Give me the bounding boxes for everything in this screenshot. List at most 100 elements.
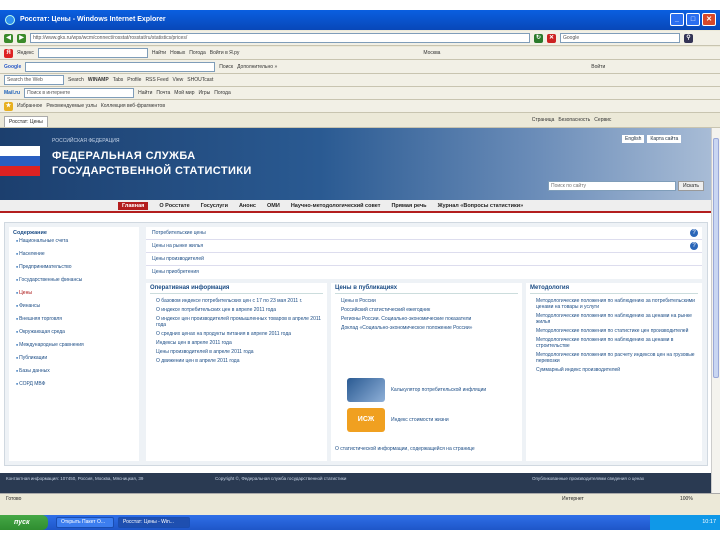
start-button[interactable]: пуск bbox=[0, 515, 48, 530]
web-search-input[interactable]: Search the Web bbox=[4, 75, 64, 85]
indicator-label: Цены на рынке жилья bbox=[152, 243, 204, 249]
tb3-shoutcast[interactable]: SHOUTcast bbox=[187, 77, 213, 83]
nav-home[interactable]: Главная bbox=[118, 201, 149, 210]
forward-icon[interactable]: ▶ bbox=[17, 33, 26, 43]
sidebar-item-national-accounts[interactable]: Национальные счета bbox=[16, 238, 139, 245]
sidebar-item-databases[interactable]: Базы данных bbox=[16, 368, 139, 375]
nav-direct-speech[interactable]: Прямая речь bbox=[391, 203, 426, 209]
stop-icon[interactable]: ✕ bbox=[547, 33, 556, 43]
search-input[interactable]: Google bbox=[560, 33, 680, 43]
minimize-button[interactable]: _ bbox=[670, 13, 684, 26]
tb3-winamp[interactable]: WINAMP bbox=[88, 77, 109, 83]
sidebar-item-publications[interactable]: Публикации bbox=[16, 355, 139, 362]
list-item[interactable]: О движении цен в апреле 2011 года bbox=[156, 358, 323, 364]
vertical-scrollbar[interactable] bbox=[711, 128, 720, 493]
list-item[interactable]: Российский статистический ежегодник bbox=[341, 307, 518, 313]
tb3-tabs[interactable]: Tabs bbox=[113, 77, 124, 83]
list-item[interactable]: Методологические положения по наблюдению… bbox=[536, 313, 698, 325]
yandex-find[interactable]: Найти bbox=[152, 50, 166, 56]
star-icon[interactable]: ★ bbox=[4, 101, 13, 111]
sidebar-item-comparisons[interactable]: Международные сравнения bbox=[16, 342, 139, 349]
cost-of-living-promo[interactable]: ИСЖ Индекс стоимости жизни bbox=[343, 408, 508, 434]
list-item[interactable]: Методологические положения по расчету ин… bbox=[536, 352, 698, 364]
search-icon[interactable]: ⚲ bbox=[684, 33, 693, 43]
list-item[interactable]: О индексе цен производителей промышленны… bbox=[156, 316, 323, 328]
list-item[interactable]: Методологические положения по наблюдению… bbox=[536, 337, 698, 349]
back-icon[interactable]: ◀ bbox=[4, 33, 13, 43]
yandex-city[interactable]: Москва bbox=[423, 50, 440, 56]
yandex-new[interactable]: Новых bbox=[170, 50, 185, 56]
close-button[interactable]: ✕ bbox=[702, 13, 716, 26]
site-search-button[interactable]: Искать bbox=[678, 181, 704, 191]
list-item[interactable]: Методологические положения по статистике… bbox=[536, 328, 698, 334]
favorites-link[interactable]: Избранное bbox=[17, 103, 42, 109]
scrollbar-thumb[interactable] bbox=[713, 138, 719, 378]
list-item[interactable]: Индексы цен в апреле 2011 года bbox=[156, 340, 323, 346]
mailru-games[interactable]: Игры bbox=[199, 90, 211, 96]
list-item[interactable]: О средних ценах на продукты питания в ап… bbox=[156, 331, 323, 337]
maximize-button[interactable]: □ bbox=[686, 13, 700, 26]
footer-right[interactable]: Опубликованные производителями сведения … bbox=[532, 476, 644, 481]
google-search-button[interactable]: Поиск bbox=[219, 64, 233, 70]
mailru-find[interactable]: Найти bbox=[138, 90, 152, 96]
english-link[interactable]: English bbox=[622, 135, 645, 143]
sidebar-item-sdds[interactable]: СОРД МВФ bbox=[16, 381, 139, 388]
yandex-weather[interactable]: Погода bbox=[189, 50, 205, 56]
yandex-login[interactable]: Войти в Я.ру bbox=[210, 50, 240, 56]
mailru-search-input[interactable]: Поиск в интернете bbox=[24, 88, 135, 98]
list-item[interactable]: О базовом индексе потребительских цен с … bbox=[156, 298, 323, 304]
webslices-link[interactable]: Коллекция веб-фрагментов bbox=[101, 103, 165, 109]
google-search-input[interactable] bbox=[25, 61, 216, 72]
google-signin[interactable]: Войти bbox=[591, 64, 605, 70]
tb3-search[interactable]: Search bbox=[68, 77, 84, 83]
tb3-view[interactable]: View bbox=[173, 77, 184, 83]
url-input[interactable]: http://www.gks.ru/wps/wcm/connect/rossta… bbox=[30, 33, 530, 43]
suggested-sites-link[interactable]: Рекомендуемые узлы bbox=[46, 103, 97, 109]
list-item[interactable]: Цены производителей в апреле 2011 года bbox=[156, 349, 323, 355]
task-browser[interactable]: Росстат: Цены - Win... bbox=[118, 517, 190, 528]
sidebar-item-business[interactable]: Предпринимательство bbox=[16, 264, 139, 271]
sidebar-item-prices[interactable]: Цены bbox=[16, 290, 139, 297]
mailru-myworld[interactable]: Мой мир bbox=[174, 90, 194, 96]
nav-about[interactable]: О Росстате bbox=[159, 203, 189, 209]
tb3-profile[interactable]: Profile bbox=[127, 77, 141, 83]
list-item[interactable]: О индексе потребительских цен в апреле 2… bbox=[156, 307, 323, 313]
list-item[interactable]: Методологические положения по наблюдению… bbox=[536, 298, 698, 310]
sitemap-link[interactable]: Карта сайта bbox=[647, 135, 682, 143]
cmd-tools[interactable]: Сервис bbox=[594, 117, 611, 123]
mailru-mail[interactable]: Почта bbox=[156, 90, 170, 96]
tb3-rss[interactable]: RSS Feed bbox=[145, 77, 168, 83]
mailru-weather[interactable]: Погода bbox=[214, 90, 230, 96]
indicator-row-purchase[interactable]: Цены приобретения bbox=[146, 266, 702, 279]
task-folder[interactable]: Открыть Пакет О... bbox=[56, 517, 114, 528]
info-note[interactable]: О статистической информации, содержащейс… bbox=[335, 446, 475, 452]
sidebar-item-finance[interactable]: Финансы bbox=[16, 303, 139, 310]
list-item[interactable]: Цены в России bbox=[341, 298, 518, 304]
indicator-row-housing[interactable]: Цены на рынке жилья? bbox=[146, 240, 702, 253]
list-item[interactable]: Суммарный индекс производителей bbox=[536, 367, 698, 373]
nav-announce[interactable]: Анонс bbox=[239, 203, 256, 209]
yandex-search-input[interactable] bbox=[37, 48, 148, 58]
indicator-row-producer[interactable]: Цены производителей bbox=[146, 253, 702, 266]
nav-services[interactable]: Госуслуги bbox=[201, 203, 228, 209]
nav-journal[interactable]: Журнал «Вопросы статистики» bbox=[438, 203, 524, 209]
help-icon[interactable]: ? bbox=[690, 229, 698, 237]
site-search-input[interactable] bbox=[548, 181, 676, 191]
list-item[interactable]: Доклад «Социально-экономическое положени… bbox=[341, 325, 518, 331]
tab-rosstat[interactable]: Росстат: Цены bbox=[4, 115, 48, 127]
list-item[interactable]: Регионы России. Социально-экономические … bbox=[341, 316, 518, 322]
zoom-level[interactable]: 100% bbox=[680, 494, 693, 504]
cmd-safety[interactable]: Безопасность bbox=[558, 117, 590, 123]
sidebar-item-environment[interactable]: Окружающая среда bbox=[16, 329, 139, 336]
inflation-calculator-promo[interactable]: Калькулятор потребительской инфляции bbox=[343, 378, 508, 404]
sidebar-item-public-finance[interactable]: Государственные финансы bbox=[16, 277, 139, 284]
help-icon[interactable]: ? bbox=[690, 242, 698, 250]
sidebar-item-population[interactable]: Население bbox=[16, 251, 139, 258]
google-more[interactable]: Дополнительно » bbox=[237, 64, 277, 70]
sidebar-item-foreign-trade[interactable]: Внешняя торговля bbox=[16, 316, 139, 323]
indicator-row-consumer[interactable]: Потребительские цены? bbox=[146, 227, 702, 240]
refresh-icon[interactable]: ↻ bbox=[534, 33, 543, 43]
nav-omi[interactable]: ОМИ bbox=[267, 203, 280, 209]
cmd-page[interactable]: Страница bbox=[532, 117, 555, 123]
nav-council[interactable]: Научно-методологический совет bbox=[291, 203, 381, 209]
